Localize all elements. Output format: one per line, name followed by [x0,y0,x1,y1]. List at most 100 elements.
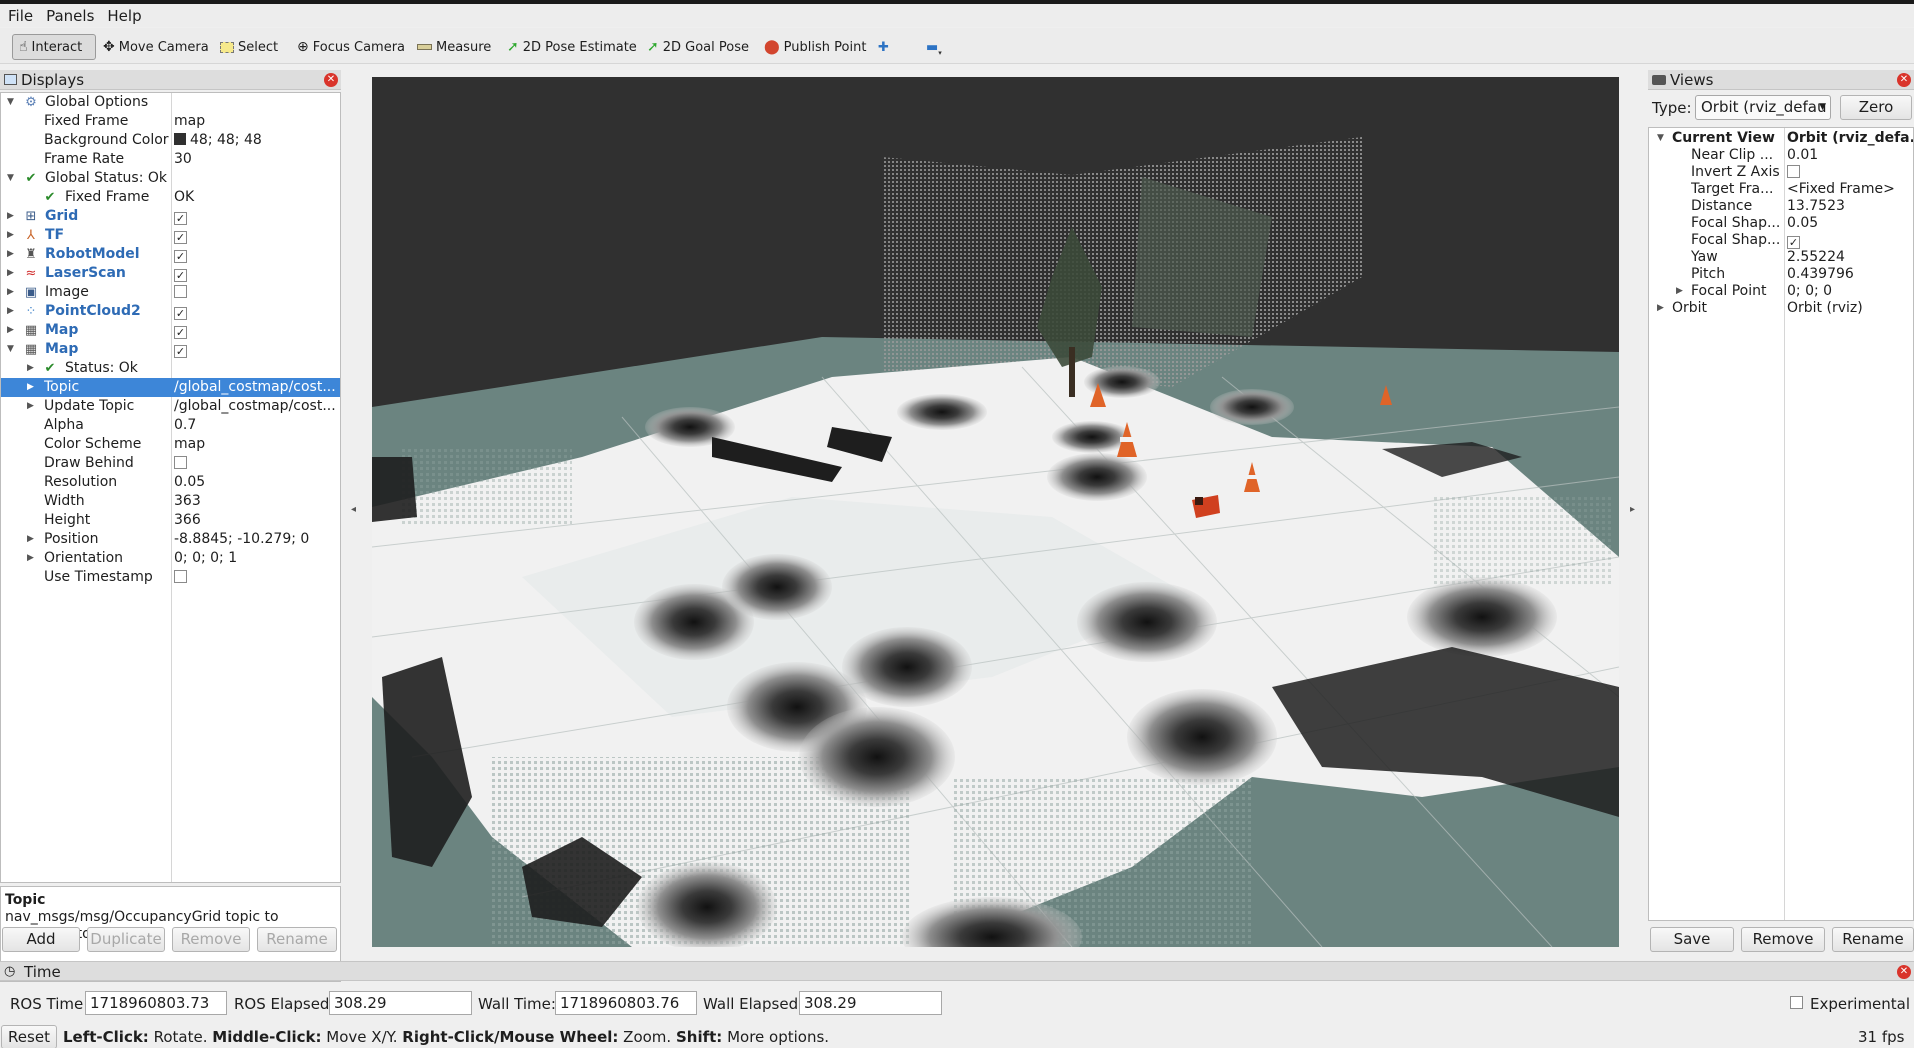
map-icon: ▦ [24,342,38,357]
tree-row-robot-model[interactable]: ▶ ♜ RobotModel ✓ [1,245,340,264]
ros-time-field[interactable]: 1718960803.73 [85,991,227,1015]
rviz-window: File Panels Help ☝ Interact ✥ Move Camera … [0,0,1914,1048]
zero-view-button[interactable]: Zero [1840,95,1912,120]
render-viewport[interactable] [372,77,1619,947]
view-type-select[interactable]: Orbit (rviz_defau ▼ [1695,95,1831,120]
remove-display-button[interactable]: Remove [172,927,250,952]
close-icon[interactable]: ✕ [324,73,338,87]
view-row-focal-point[interactable]: ▶ Focal Point 0; 0; 0 [1649,283,1913,300]
move-camera-tool-button[interactable]: ✥ Move Camera [103,34,209,60]
tree-row-height[interactable]: Height 366 [1,511,340,530]
ros-time-label: ROS Time: [10,995,89,1013]
fps-readout: 31 fps [1858,1028,1905,1046]
tree-row-orientation[interactable]: ▶ Orientation 0; 0; 0; 1 [1,549,340,568]
add-display-button[interactable]: Add [2,927,80,952]
right-collapse-arrow-icon[interactable]: ▸ [1630,504,1635,515]
invert-z-checkbox[interactable] [1787,165,1800,178]
reset-button[interactable]: Reset [1,1025,57,1048]
tree-row-update-topic[interactable]: ▶ Update Topic/global_costmap/cost... [1,397,340,416]
tf-enable-checkbox[interactable]: ✓ [174,231,187,244]
image-enable-checkbox[interactable] [174,285,187,298]
tree-row-image[interactable]: ▶ ▣ Image [1,283,340,302]
tree-row-map-costmap[interactable]: ▼ ▦ Map ✓ [1,340,340,359]
displays-panel-title: Displays ✕ [0,70,341,90]
costmap-enable-checkbox[interactable]: ✓ [174,345,187,358]
hand-pointer-icon: ☝ [19,39,28,55]
menu-bar: File Panels Help [0,4,1914,27]
tree-row-width[interactable]: Width 363 [1,492,340,511]
focus-camera-tool-button[interactable]: ⊕ Focus Camera [297,34,405,60]
map-enable-checkbox[interactable]: ✓ [174,326,187,339]
axes-icon: ⅄ [27,228,35,243]
draw-behind-checkbox[interactable] [174,456,187,469]
tree-row-position[interactable]: ▶ Position -8.8845; -10.279; 0 [1,530,340,549]
interact-tool-button[interactable]: ☝ Interact [12,34,96,60]
tree-row-alpha[interactable]: Alpha 0.7 [1,416,340,435]
plus-icon: ✚ [878,39,889,55]
close-icon[interactable]: ✕ [1897,965,1911,979]
view-row-near-clip[interactable]: Near Clip ... 0.01 [1649,147,1913,164]
view-row-current-view[interactable]: ▼ Current View Orbit (rviz_defa... [1649,130,1913,147]
tree-row-use-timestamp[interactable]: Use Timestamp [1,568,340,587]
grid-enable-checkbox[interactable]: ✓ [174,212,187,225]
tree-row-map-status[interactable]: ▶ ✔ Status: Ok [1,359,340,378]
laser-scan-enable-checkbox[interactable]: ✓ [174,269,187,282]
wall-elapsed-field[interactable]: 308.29 [799,991,942,1015]
time-panel: ROS Time: 1718960803.73 ROS Elapsed: 308… [0,987,1914,1017]
focal-shape-fixed-checkbox[interactable]: ✓ [1787,236,1800,249]
close-icon[interactable]: ✕ [1897,73,1911,87]
menu-panels[interactable]: Panels [46,7,94,25]
map-icon: ▦ [24,323,38,338]
ros-elapsed-field[interactable]: 308.29 [329,991,472,1015]
remove-tool-button[interactable]: ▬ ▾ [926,34,942,60]
experimental-checkbox[interactable] [1790,996,1803,1009]
tree-row-topic[interactable]: ▶ Topic/global_costmap/cost... [1,378,340,397]
save-view-button[interactable]: Save [1650,927,1734,952]
view-row-target-frame[interactable]: Target Fra... <Fixed Frame> [1649,181,1913,198]
tree-row-tf[interactable]: ▶ ⅄ TF ✓ [1,226,340,245]
view-row-yaw[interactable]: Yaw 2.55224 [1649,249,1913,266]
add-tool-button[interactable]: ✚ [878,34,889,60]
view-row-focal-shape-fixed[interactable]: Focal Shap... ✓ [1649,232,1913,249]
point-cloud-icon: ⁘ [25,304,37,319]
tree-row-global-options[interactable]: ▼ ⚙ Global Options [1,93,340,112]
tree-row-map[interactable]: ▶ ▦ Map ✓ [1,321,340,340]
menu-file[interactable]: File [8,7,33,25]
tree-row-color-scheme[interactable]: Color Scheme map [1,435,340,454]
wall-time-label: Wall Time: [478,995,556,1013]
tree-row-background-color[interactable]: Background Color 48; 48; 48 [1,131,340,150]
tree-row-draw-behind[interactable]: Draw Behind [1,454,340,473]
robot-model-enable-checkbox[interactable]: ✓ [174,250,187,263]
use-timestamp-checkbox[interactable] [174,570,187,583]
tree-row-fixed-frame[interactable]: Fixed Frame map [1,112,340,131]
tree-row-global-status[interactable]: ▼ ✔ Global Status: Ok [1,169,340,188]
tree-row-fixed-frame-status[interactable]: ✔ Fixed Frame OK [1,188,340,207]
goal-pose-tool-button[interactable]: ➚ 2D Goal Pose [647,34,749,60]
view-row-pitch[interactable]: Pitch 0.439796 [1649,266,1913,283]
tree-row-frame-rate[interactable]: Frame Rate 30 [1,150,340,169]
check-icon: ✔ [44,190,56,205]
displays-panel: Displays ✕ ▼ ⚙ Global Options Fixed Frame m… [0,70,341,982]
remove-view-button[interactable]: Remove [1741,927,1825,952]
view-row-invert-z[interactable]: Invert Z Axis [1649,164,1913,181]
point-cloud2-enable-checkbox[interactable]: ✓ [174,307,187,320]
view-row-focal-shape-size[interactable]: Focal Shap... 0.05 [1649,215,1913,232]
publish-point-tool-button[interactable]: ⬤ Publish Point [764,34,866,60]
rename-display-button[interactable]: Rename [257,927,337,952]
view-row-distance[interactable]: Distance 13.7523 [1649,198,1913,215]
tree-row-resolution[interactable]: Resolution 0.05 [1,473,340,492]
rename-view-button[interactable]: Rename [1832,927,1914,952]
wall-time-field[interactable]: 1718960803.76 [555,991,697,1015]
duplicate-display-button[interactable]: Duplicate [87,927,165,952]
measure-tool-button[interactable]: Measure [417,34,491,60]
view-row-orbit[interactable]: ▶ Orbit Orbit (rviz) [1649,300,1913,317]
image-icon: ▣ [24,285,38,300]
experimental-label: Experimental [1810,995,1911,1013]
tree-row-grid[interactable]: ▶ ⊞ Grid ✓ [1,207,340,226]
select-tool-button[interactable]: Select [220,34,278,60]
tree-row-point-cloud2[interactable]: ▶ ⁘ PointCloud2 ✓ [1,302,340,321]
left-collapse-arrow-icon[interactable]: ◂ [351,504,356,515]
tree-row-laser-scan[interactable]: ▶ ≈ LaserScan ✓ [1,264,340,283]
pose-estimate-tool-button[interactable]: ➚ 2D Pose Estimate [507,34,637,60]
menu-help[interactable]: Help [107,7,141,25]
